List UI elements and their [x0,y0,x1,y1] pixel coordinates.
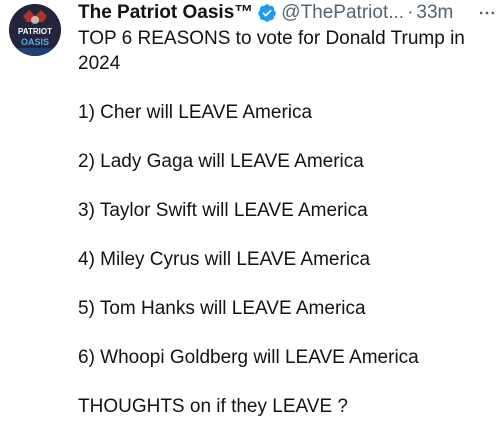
timestamp[interactable]: 33m [416,2,453,24]
separator-dot: · [407,2,414,23]
avatar[interactable]: PATRIOT OASIS [9,4,61,56]
text-line: 2) Lady Gaga will LEAVE America [78,150,364,172]
text-line: 2024 [78,52,121,74]
user-handle[interactable]: @ThePatriot... [281,2,404,24]
text-line: 6) Whoopi Goldberg will LEAVE America [78,346,419,368]
verified-badge-icon [257,3,277,23]
tweet-header: The Patriot Oasis™ @ThePatriot... · 33m [78,0,492,26]
text-line: THOUGHTS on if they LEAVE ? [78,395,348,417]
avatar-text-1: PATRIOT [18,27,52,36]
avatar-image: PATRIOT OASIS [9,4,61,56]
more-options-icon[interactable] [474,0,500,26]
tweet[interactable]: PATRIOT OASIS The Patriot Oasis™ @ThePat… [0,0,500,427]
text-line: 5) Tom Hanks will LEAVE America [78,297,366,319]
avatar-text-2: OASIS [21,37,49,47]
text-line: 4) Miley Cyrus will LEAVE America [78,248,371,270]
display-name[interactable]: The Patriot Oasis™ [78,2,253,24]
text-line: TOP 6 REASONS to vote for Donald Trump i… [78,28,465,49]
tweet-text: TOP 6 REASONS to vote for Donald Trump i… [78,27,488,419]
text-line: 1) Cher will LEAVE America [78,101,313,123]
text-line: 3) Taylor Swift will LEAVE America [78,199,368,221]
